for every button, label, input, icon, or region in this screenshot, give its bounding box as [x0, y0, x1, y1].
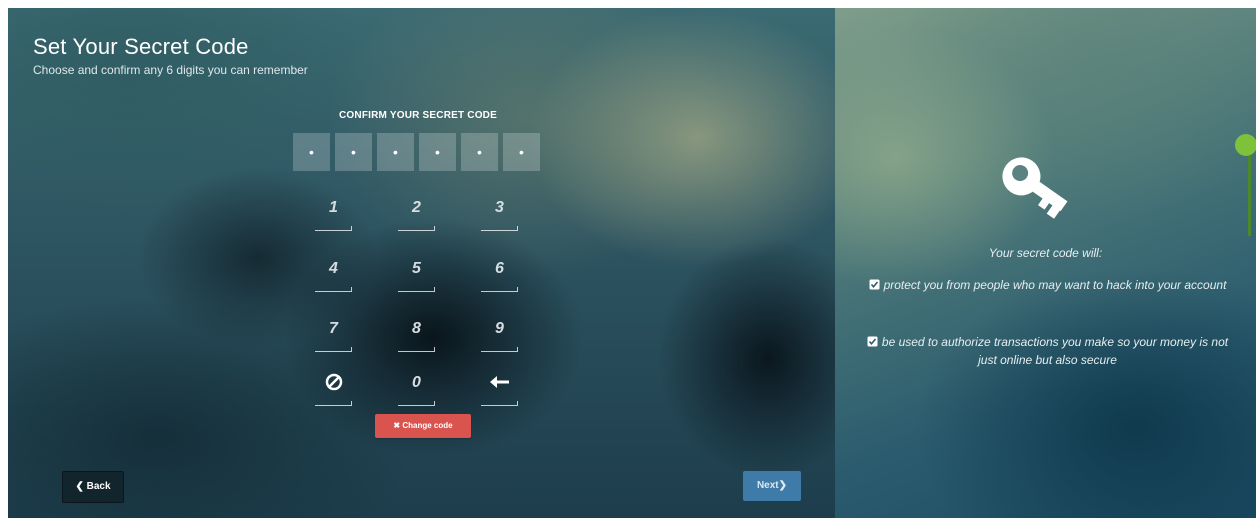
keypad-key-2[interactable]: 2	[398, 197, 435, 231]
keypad-key-6[interactable]: 6	[481, 258, 518, 292]
keypad-key-7[interactable]: 7	[315, 318, 352, 352]
scroll-handle[interactable]	[1235, 134, 1256, 156]
code-box-dot: •	[309, 144, 314, 160]
clear-icon	[315, 372, 352, 392]
code-box-dot: •	[351, 144, 356, 160]
code-entry-panel: Set Your Secret Code Choose and confirm …	[8, 8, 835, 518]
keypad-key-1[interactable]: 1	[315, 197, 352, 231]
code-box-5: •	[461, 133, 498, 171]
scroll-track[interactable]	[1248, 156, 1251, 236]
code-box-dot: •	[519, 144, 524, 160]
next-label: Next	[756, 480, 779, 491]
code-box-4: •	[419, 133, 456, 171]
key-digit: 4	[329, 260, 338, 277]
info-panel: Your secret code will: protect you from …	[835, 8, 1256, 518]
keypad-clear-key[interactable]	[315, 372, 352, 406]
key-digit: 7	[329, 320, 338, 337]
app-frame: Set Your Secret Code Choose and confirm …	[8, 8, 1256, 518]
keypad-key-3[interactable]: 3	[481, 197, 518, 231]
keypad-backspace-key[interactable]	[481, 372, 518, 406]
chevron-left-icon: ❮	[75, 481, 84, 492]
keypad-key-9[interactable]: 9	[481, 318, 518, 352]
keypad-key-8[interactable]: 8	[398, 318, 435, 352]
code-box-dot: •	[477, 144, 482, 160]
key-digit: 9	[495, 320, 504, 337]
key-icon	[998, 153, 1078, 233]
code-box-2: •	[335, 133, 372, 171]
key-digit: 3	[495, 199, 504, 216]
change-code-button[interactable]: ✖ Change code	[375, 414, 471, 438]
key-digit: 1	[329, 199, 338, 216]
keypad-key-0[interactable]: 0	[398, 372, 435, 406]
keypad-key-5[interactable]: 5	[398, 258, 435, 292]
code-box-dot: •	[393, 144, 398, 160]
info-heading: Your secret code will:	[988, 246, 1103, 260]
code-box-6: •	[503, 133, 540, 171]
times-icon: ✖	[393, 421, 401, 430]
info-item-text: be used to authorize transactions you ma…	[881, 335, 1229, 367]
confirm-code-label: CONFIRM YOUR SECRET CODE	[339, 110, 497, 121]
keypad-key-4[interactable]: 4	[315, 258, 352, 292]
backspace-arrow-icon	[481, 372, 518, 392]
back-button[interactable]: ❮ Back	[62, 471, 124, 503]
key-digit: 2	[412, 199, 421, 216]
key-digit: 0	[412, 374, 421, 391]
change-code-label: Change code	[402, 421, 453, 430]
info-item-authorize: be used to authorize transactions you ma…	[865, 333, 1230, 369]
page-subtitle: Choose and confirm any 6 digits you can …	[33, 63, 308, 77]
key-digit: 6	[495, 260, 504, 277]
checkbox-icon	[869, 277, 880, 290]
key-digit: 8	[412, 320, 421, 337]
code-box-3: •	[377, 133, 414, 171]
back-label: Back	[86, 481, 111, 492]
chevron-right-icon: ❯	[778, 480, 788, 491]
checkbox-icon	[867, 334, 878, 347]
info-item-text: protect you from people who may want to …	[883, 278, 1227, 292]
info-item-protect: protect you from people who may want to …	[865, 276, 1230, 294]
next-button[interactable]: Next❯	[743, 471, 801, 501]
code-box-dot: •	[435, 144, 440, 160]
key-digit: 5	[412, 260, 421, 277]
code-box-1: •	[293, 133, 330, 171]
page-title: Set Your Secret Code	[33, 34, 249, 59]
